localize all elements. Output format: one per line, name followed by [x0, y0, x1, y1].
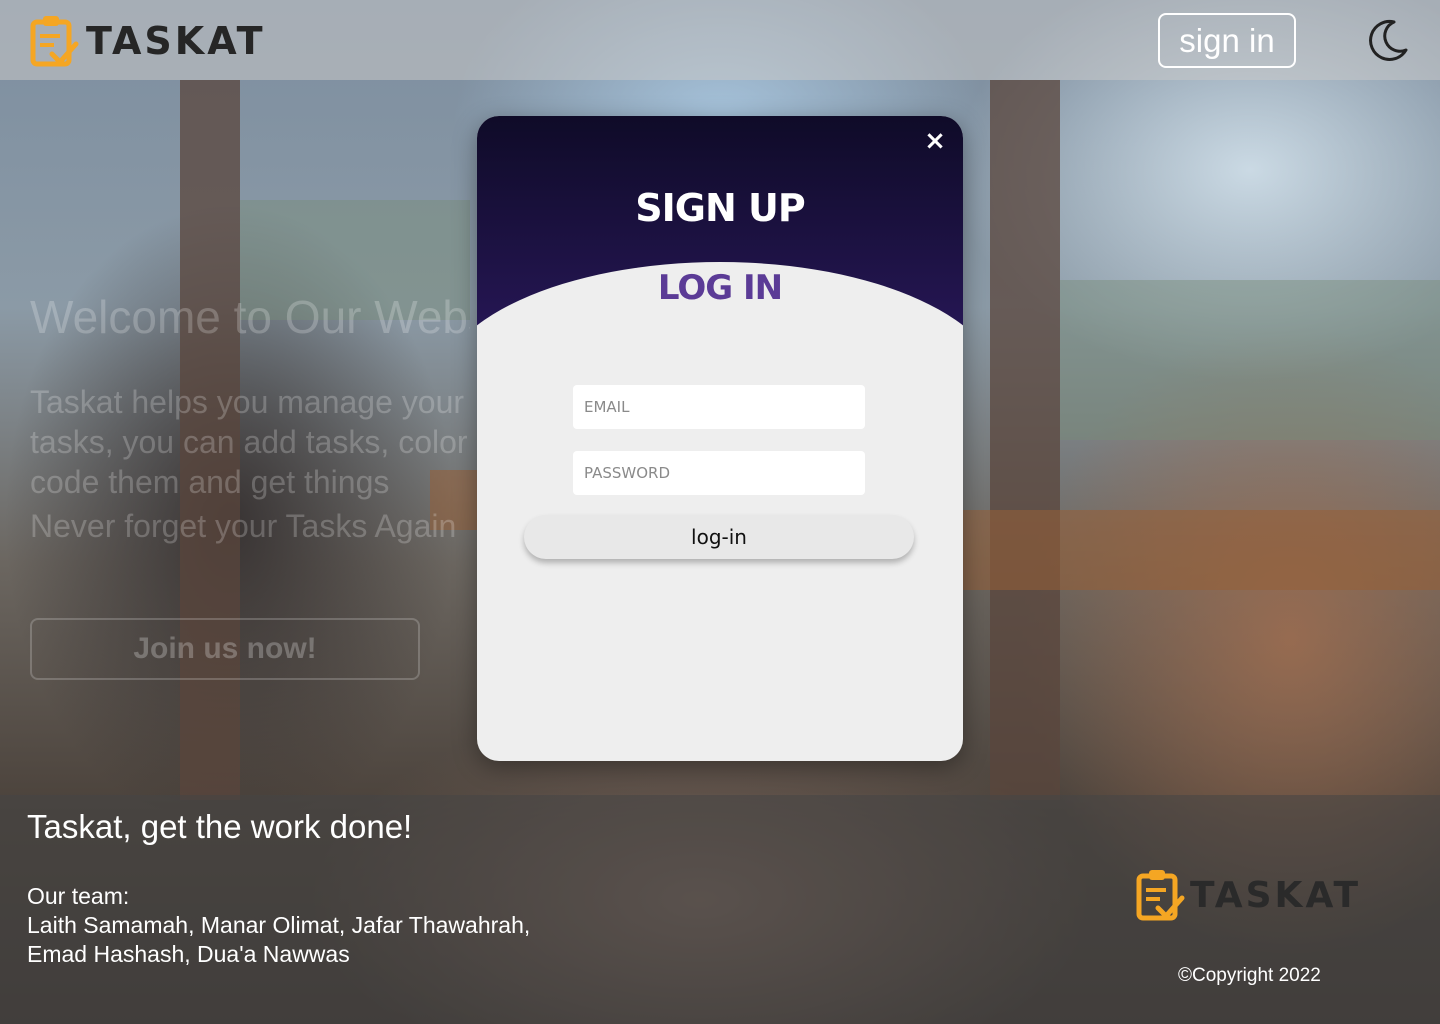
- tab-sign-up[interactable]: SIGN UP: [477, 186, 963, 230]
- copyright-text: ©Copyright 2022: [1178, 965, 1321, 986]
- footer-tagline: Taskat, get the work done!: [27, 808, 413, 845]
- team-label: Our team:: [27, 883, 130, 909]
- email-field[interactable]: [573, 385, 865, 429]
- password-field[interactable]: [573, 451, 865, 495]
- tab-log-in[interactable]: LOG IN: [477, 268, 963, 308]
- footer-brand-name: TASKAT: [1190, 874, 1362, 916]
- clipboard-check-icon: [30, 16, 79, 67]
- hero-section: Welcome to Our Website Taskat helps you …: [30, 290, 470, 680]
- team-members-line: Emad Hashash, Dua'a Nawwas: [27, 941, 350, 967]
- hero-description: Taskat helps you manage your tasks, you …: [30, 384, 468, 500]
- brand-name: TASKAT: [86, 19, 266, 63]
- hero-subtitle: Never forget your Tasks Again: [30, 508, 457, 544]
- hero-title: Welcome to Our Website: [30, 291, 470, 343]
- close-icon[interactable]: ×: [922, 128, 948, 154]
- sign-in-button[interactable]: sign in: [1158, 13, 1296, 68]
- join-us-button[interactable]: Join us now!: [30, 618, 420, 680]
- footer: Taskat, get the work done! Our team: Lai…: [0, 795, 1440, 1024]
- log-in-button[interactable]: log-in: [524, 515, 914, 559]
- footer-brand-logo: TASKAT: [1136, 868, 1361, 922]
- brand-logo[interactable]: TASKAT: [30, 14, 266, 68]
- clipboard-check-icon: [1136, 870, 1185, 921]
- top-navbar: TASKAT sign in: [0, 0, 1440, 80]
- auth-modal: × SIGN UP LOG IN log-in: [477, 116, 963, 761]
- moon-icon[interactable]: [1362, 16, 1412, 66]
- team-members-line: Laith Samamah, Manar Olimat, Jafar Thawa…: [27, 912, 531, 938]
